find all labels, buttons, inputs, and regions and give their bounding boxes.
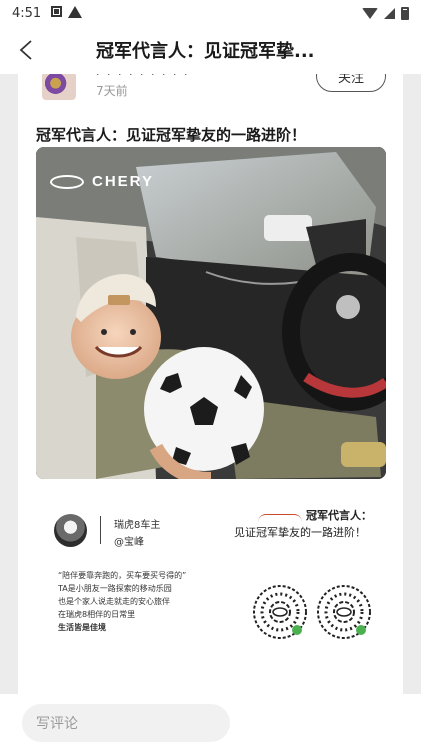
post-time: 7天前	[96, 84, 128, 98]
quote-last-line: 生活皆是佳境	[58, 623, 106, 632]
wifi-icon	[362, 7, 378, 19]
chery-mark-icon	[50, 174, 84, 189]
author-name[interactable]: · · · · · · · · ·	[96, 74, 189, 81]
chery-logo: CHERY	[50, 173, 154, 190]
top-bar: 冠军代言人：见证冠军挚...	[0, 26, 421, 74]
comment-input[interactable]: 写评论	[22, 704, 230, 742]
post-photo[interactable]: CHERY	[36, 147, 386, 479]
page-title: 冠军代言人：见证冠军挚...	[96, 41, 315, 62]
post-card: · · · · · · · · · 7天前 关注 冠军代言人：见证冠军挚友的一路…	[18, 74, 403, 694]
post-title: 冠军代言人：见证冠军挚友的一路进阶！	[36, 126, 307, 144]
divider	[100, 516, 101, 544]
promo-title-line-2: 见证冠军挚友的一路进阶！	[234, 526, 366, 539]
car-interior-photo	[36, 147, 386, 479]
author-avatar[interactable]	[42, 74, 76, 100]
owner-model: 瑞虎8车主	[114, 520, 161, 531]
brand-text: CHERY	[92, 173, 154, 190]
notification-icon	[51, 6, 63, 20]
quote-line: 在瑞虎8相伴的日常里	[58, 610, 136, 619]
battery-icon	[401, 6, 409, 20]
quote-line: TA是小朋友一路探索的移动乐园	[58, 584, 172, 593]
owner-handle: @宝峰	[114, 537, 144, 548]
qr-code-icon	[253, 585, 307, 639]
owner-avatar	[54, 514, 87, 547]
poster-quote: “陪伴要靠奔跑的，买车要买号得的” TA是小朋友一路探索的移动乐园 也是个家人说…	[58, 569, 248, 634]
chevron-left-icon	[19, 40, 32, 60]
promo-accent-line	[258, 514, 302, 522]
warning-icon	[68, 5, 83, 21]
qr-code-icon	[317, 585, 371, 639]
back-button[interactable]	[0, 26, 52, 74]
bottom-bar: 写评论	[0, 694, 421, 750]
status-bar: 4:51	[0, 0, 421, 26]
status-time: 4:51	[12, 5, 42, 21]
author-row: · · · · · · · · · 7天前 关注	[18, 74, 403, 102]
signal-icon	[384, 7, 395, 19]
follow-button[interactable]: 关注	[316, 74, 386, 92]
quote-line: “陪伴要靠奔跑的，买车要买号得的”	[58, 571, 187, 580]
quote-line: 也是个家人说走就走的安心旅伴	[58, 597, 170, 606]
promo-title-line-1: 冠军代言人：	[306, 509, 372, 522]
